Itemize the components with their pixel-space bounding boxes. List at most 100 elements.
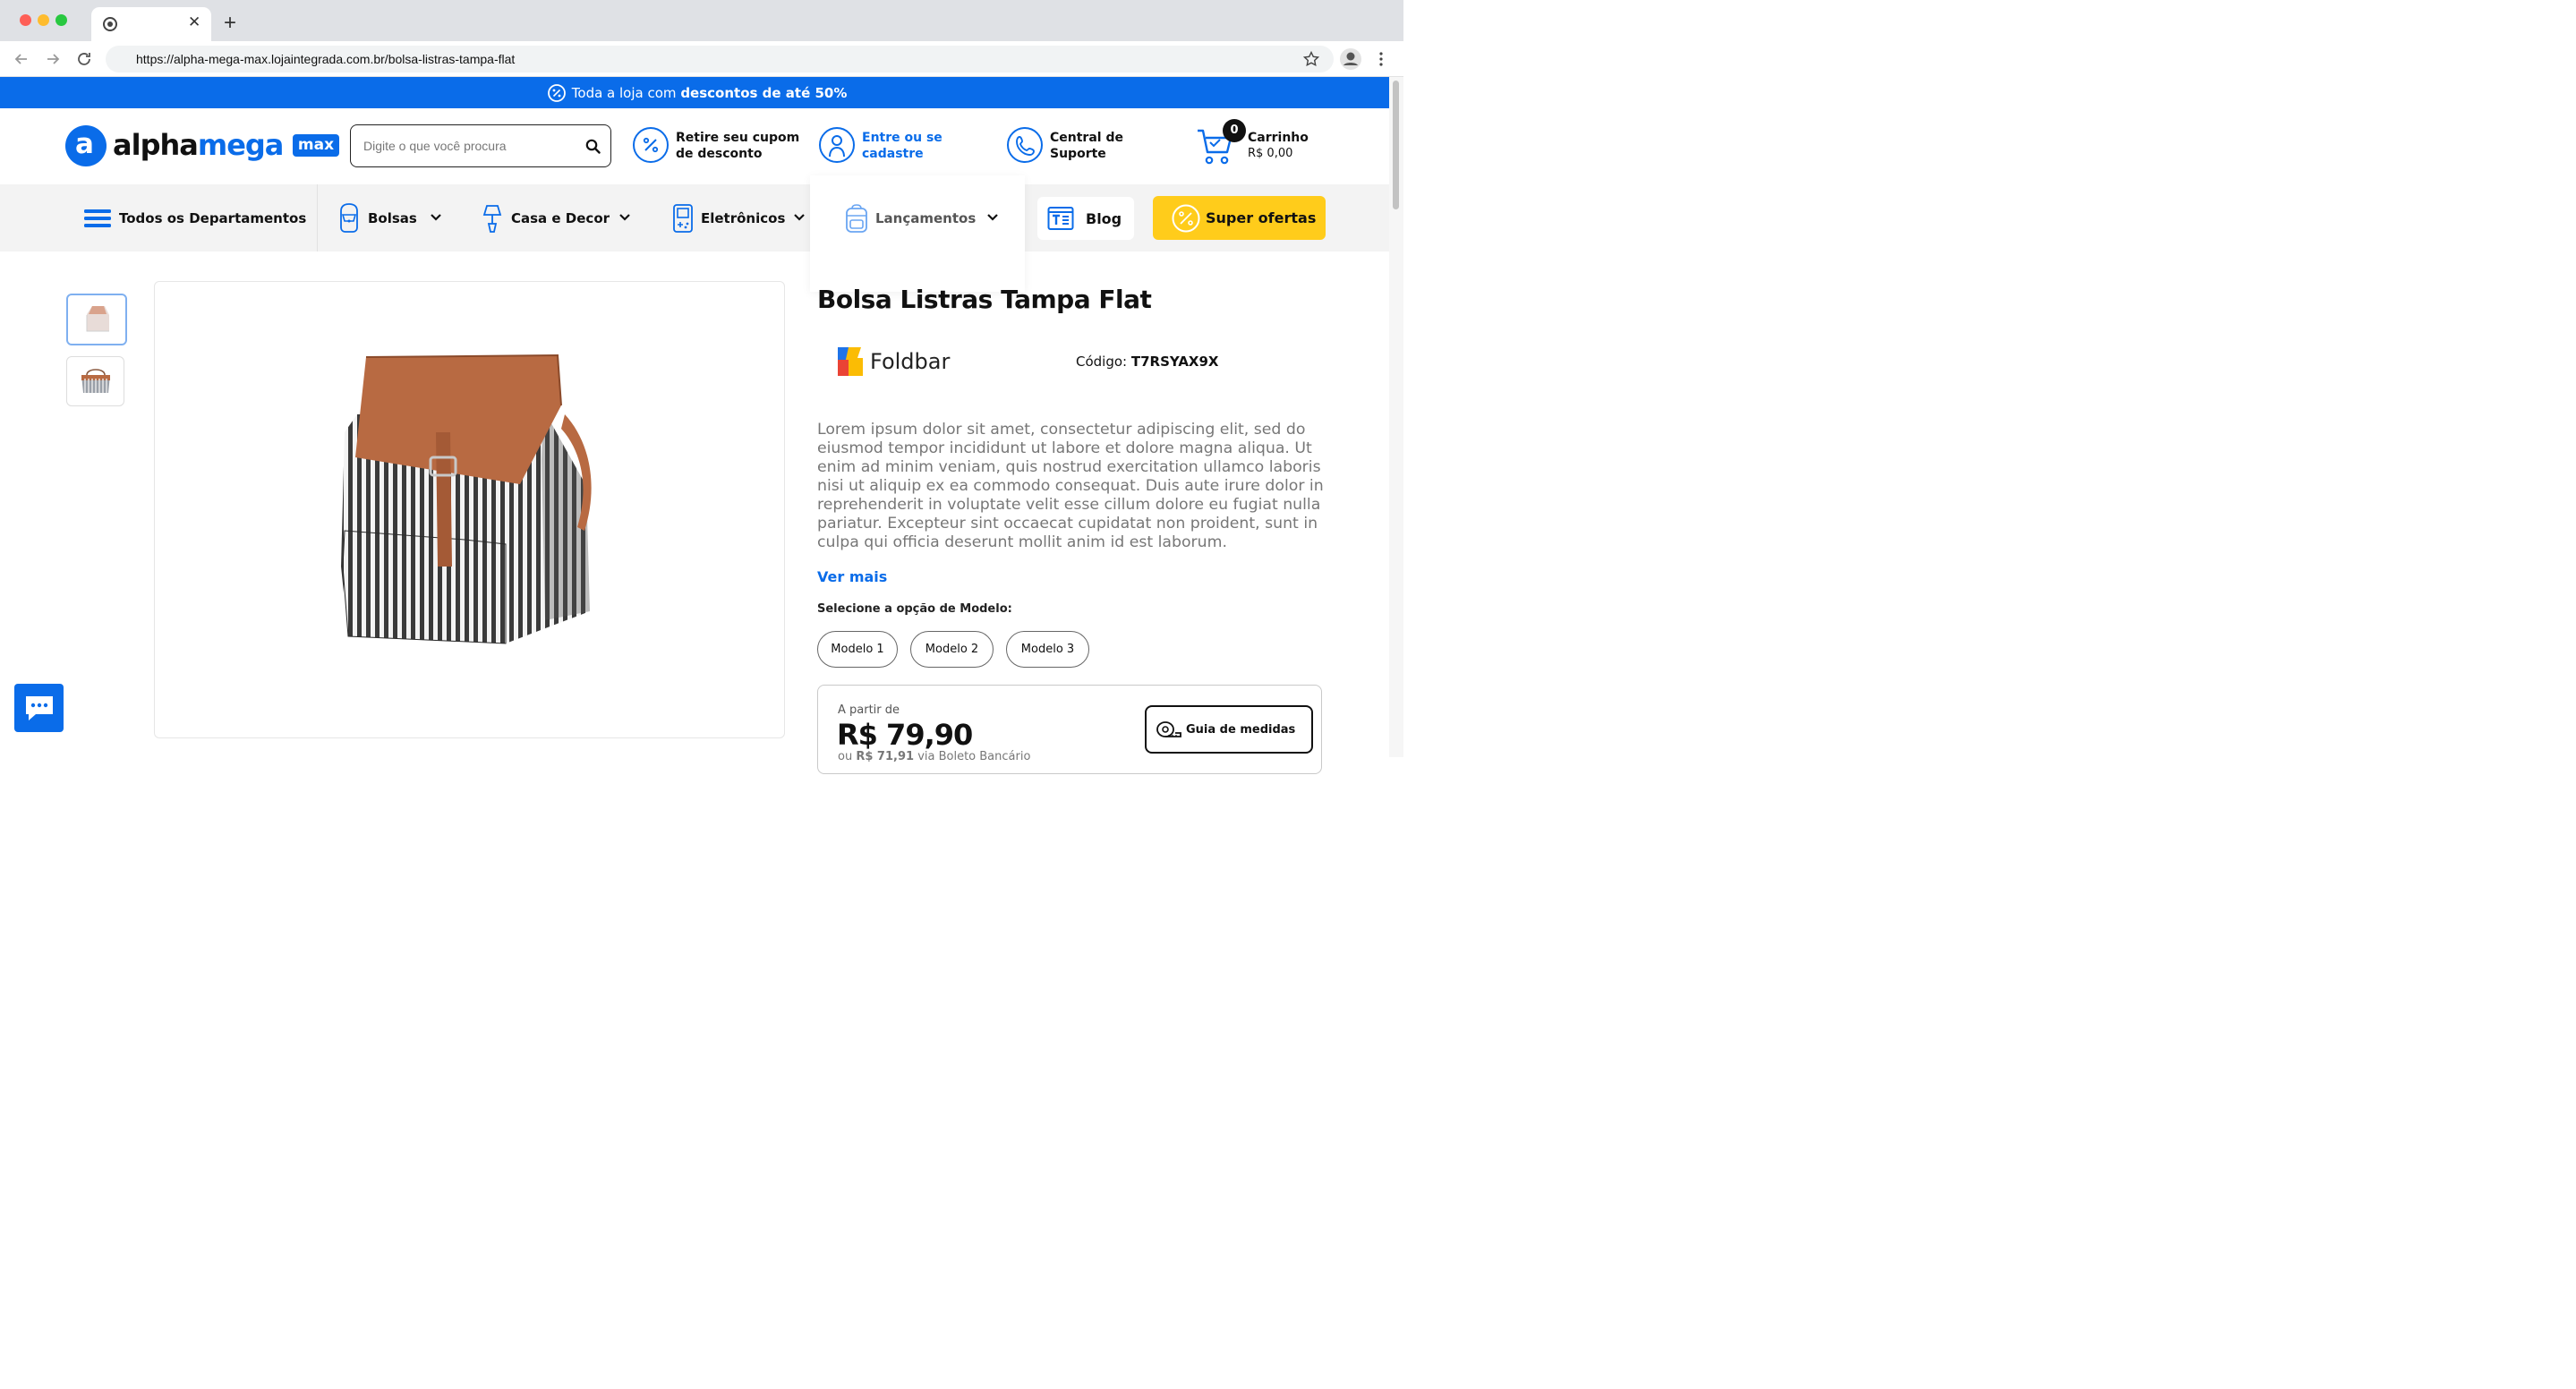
nav-blog-label: Blog [1086,210,1122,227]
percent-icon [633,127,669,163]
size-guide-button[interactable]: Guia de medidas [1145,705,1313,754]
nav-all-departments-label: Todos os Departamentos [119,210,307,226]
product-main-image[interactable] [154,281,785,738]
login-line2: cadastre [862,147,924,161]
chevron-down-icon [431,214,441,221]
brand-name[interactable]: Foldbar [870,349,950,374]
cart-link[interactable]: Carrinho R$ 0,00 [1196,125,1321,168]
nav-blog-button[interactable]: Blog [1037,197,1134,240]
boleto-prefix: ou [838,750,853,763]
nav-super-offers-label: Super ofertas [1206,209,1317,226]
cart-label: Carrinho [1248,131,1309,145]
browser-menu-icon[interactable] [1377,50,1386,68]
price-from-label: A partir de [838,703,900,717]
lamp-icon [482,205,502,233]
close-tab-icon[interactable]: ✕ [188,13,200,31]
support-line2: Suporte [1050,147,1106,161]
search-icon[interactable] [585,139,601,154]
product-code-label: Código: [1076,354,1128,370]
gameboy-icon [673,204,693,233]
minimize-window-button[interactable] [38,14,49,26]
phone-icon [1007,127,1043,163]
model-option-3[interactable]: Modelo 3 [1006,631,1089,668]
cart-total: R$ 0,00 [1248,147,1293,160]
discount-icon [548,84,566,102]
backpack-icon [846,204,867,233]
bag-icon [340,203,358,233]
nav-home-decor[interactable]: Casa e Decor [482,184,634,251]
nav-home-decor-label: Casa e Decor [511,210,610,226]
nav-electronics[interactable]: Eletrônicos [672,184,815,251]
new-tab-button[interactable]: + [224,11,236,36]
striped-backpack-image [341,354,592,644]
blog-icon [1047,207,1074,230]
percent-badge-icon [1172,204,1200,233]
back-arrow-icon[interactable] [13,50,30,68]
login-line1: Entre ou se [862,131,943,145]
cart-count-badge: 0 [1223,119,1246,142]
forward-arrow-icon[interactable] [44,50,62,68]
see-more-link[interactable]: Ver mais [817,568,887,585]
page-scrollbar-thumb[interactable] [1393,81,1399,209]
logo-wordmark[interactable]: alphamega [113,128,285,162]
user-icon [819,127,855,163]
product-price: R$ 79,90 [837,718,973,752]
product-title: Bolsa Listras Tampa Flat [817,285,1152,314]
browser-toolbar: https://alpha-mega-max.lojaintegrada.com… [0,41,1403,77]
chat-bubble-icon [26,696,53,720]
hamburger-icon [84,209,111,227]
boleto-price: ou R$ 71,91 via Boleto Bancário [838,750,1030,763]
support-link[interactable]: Central de Suporte [1007,125,1150,168]
nav-all-departments[interactable]: Todos os Departamentos [83,184,307,251]
nav-launches-label: Lançamentos [875,210,977,226]
product-description: Lorem ipsum dolor sit amet, consectetur … [817,421,1324,551]
boleto-suffix: via Boleto Bancário [917,750,1031,763]
promo-text: Toda a loja com [571,85,677,101]
nav-electronics-label: Eletrônicos [701,210,786,226]
login-link[interactable]: Entre ou se cadastre [819,125,962,168]
close-window-button[interactable] [20,14,31,26]
chevron-down-icon [987,214,998,221]
product-code: Código: T7RSYAX9X [1076,354,1219,370]
chat-widget-button[interactable] [14,684,64,732]
support-line1: Central de [1050,131,1123,145]
chrome-favicon-icon [103,17,117,31]
promo-highlight: descontos de até 50% [680,85,848,101]
boleto-price-value: R$ 71,91 [856,750,915,763]
thumbnail-2[interactable] [66,356,124,406]
size-guide-label: Guia de medidas [1186,723,1296,737]
product-code-value: T7RSYAX9X [1130,354,1219,370]
address-bar[interactable]: https://alpha-mega-max.lojaintegrada.com… [106,46,1334,72]
thumbnail-1-image [86,306,109,332]
nav-divider [317,184,318,251]
nav-launches[interactable]: Lançamentos [844,184,1005,251]
model-option-1[interactable]: Modelo 1 [817,631,898,668]
logo-alpha-text: alpha [113,128,199,162]
chevron-down-icon [794,214,805,221]
thumbnail-2-image [81,369,110,393]
nav-bags[interactable]: Bolsas [337,184,444,251]
logo-max-badge: max [293,134,339,157]
browser-tab-strip: ✕ + [0,0,1403,41]
profile-avatar-icon[interactable] [1339,47,1362,71]
coupon-line2: de desconto [676,147,763,161]
reload-icon[interactable] [75,50,93,68]
foldbar-logo-icon [838,347,863,376]
maximize-window-button[interactable] [55,14,67,26]
coupon-link[interactable]: Retire seu cupom de desconto [633,125,803,168]
nav-bags-label: Bolsas [368,210,417,226]
model-option-2[interactable]: Modelo 2 [910,631,994,668]
logo-mark[interactable]: a [65,125,107,166]
bookmark-star-icon[interactable] [1303,51,1319,67]
logo-mega-text: mega [197,128,285,162]
promo-bar: Toda a loja com descontos de até 50% [0,77,1389,108]
thumbnail-1[interactable] [66,294,127,345]
search-input[interactable]: Digite o que você procura [350,124,611,167]
chevron-down-icon [619,214,630,221]
search-placeholder: Digite o que você procura [363,139,507,153]
coupon-line1: Retire seu cupom [676,131,800,145]
nav-super-offers-button[interactable]: Super ofertas [1153,196,1326,240]
measuring-tape-icon [1156,721,1181,737]
model-option-label: Selecione a opção de Modelo: [817,602,1012,616]
url-text: https://alpha-mega-max.lojaintegrada.com… [136,52,516,66]
